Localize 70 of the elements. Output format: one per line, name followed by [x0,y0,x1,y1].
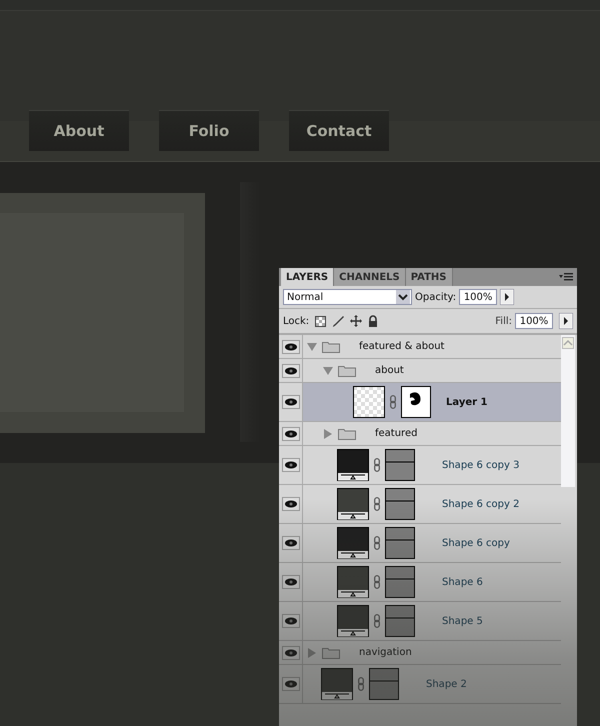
vector-mask-thumbnail-icon [385,605,415,637]
eye-icon[interactable] [282,458,300,472]
opacity-field[interactable]: 100% [459,289,498,305]
layer-name: Shape 6 [442,576,483,588]
eye-icon[interactable] [282,340,300,354]
layer-row[interactable]: navigation [279,641,561,665]
eye-icon[interactable] [282,646,300,660]
vector-mask-thumbnail-icon [385,527,415,559]
move-icon[interactable] [350,315,362,327]
vector-mask-thumbnail-icon [385,449,415,481]
nav-button[interactable]: About [29,110,129,151]
vector-mask-thumbnail-icon [385,488,415,520]
layer-group-name: featured & about [359,341,444,352]
layer-name: Shape 5 [442,616,483,626]
layer-group-name: navigation [359,647,412,658]
eye-icon[interactable] [282,395,300,409]
layer-row[interactable]: Shape 6 copy 2 [279,485,561,524]
fill-label: Fill: [495,316,512,326]
chain-link-icon [374,536,380,550]
eye-icon[interactable] [282,426,300,440]
blend-mode-dropdown[interactable]: Normal [283,289,412,305]
vector-mask-thumbnail-icon [385,566,415,598]
folder-icon [338,364,356,376]
fill-field[interactable]: 100% [515,313,553,329]
eye-icon[interactable] [282,614,300,628]
layer-name: Shape 2 [426,678,467,690]
mask-thumbnail-icon [401,386,431,418]
lock-transparency-icon[interactable] [315,316,326,326]
dropdown-caret-icon [396,290,410,304]
chain-link-icon [374,575,380,589]
eye-icon[interactable] [282,497,300,511]
eye-icon[interactable] [282,536,300,550]
lock-label: Lock: [283,316,310,326]
folder-icon [338,428,356,440]
layer-name: Shape 6 copy 2 [442,498,520,510]
opacity-label: Opacity: [415,292,456,302]
brush-icon[interactable] [332,315,344,327]
nav-button[interactable]: Folio [159,110,259,151]
layer-row[interactable]: Shape 6 copy 3 [279,446,561,485]
slider-arrow-icon[interactable] [559,313,573,329]
layer-row[interactable]: featured & about [279,335,561,359]
slider-arrow-icon[interactable] [500,289,514,305]
eye-icon[interactable] [282,364,300,378]
chain-link-icon [374,614,380,628]
panel-menu-icon[interactable] [559,273,573,281]
layer-group-name: about [375,365,404,376]
layer-row[interactable]: Shape 6 [279,563,561,602]
transparent-thumbnail-icon [353,386,385,418]
folder-icon [322,646,340,658]
layer-name: Layer 1 [446,396,488,408]
layer-name: Shape 6 copy [442,538,510,548]
eye-icon[interactable] [282,575,300,589]
scrollbar[interactable] [561,335,575,487]
layer-row[interactable]: Layer 1 [279,383,561,422]
folder-icon [322,340,340,352]
nav-button[interactable]: Contact [289,110,389,151]
layer-row[interactable]: Shape 5 [279,602,561,641]
panel-tab[interactable]: CHANNELS [334,268,406,286]
panel-tab[interactable]: LAYERS [281,268,334,286]
vector-mask-thumbnail-icon [369,668,399,700]
chain-link-icon [374,497,380,511]
layer-name: Shape 6 copy 3 [442,460,520,470]
layer-group-name: featured [375,428,418,439]
chain-link-icon [358,677,364,691]
layer-row[interactable]: Shape 6 copy [279,524,561,563]
padlock-icon[interactable] [368,315,378,327]
layer-row[interactable]: featured [279,422,561,446]
chain-link-icon [390,395,396,409]
panel-tab[interactable]: PATHS [406,268,453,286]
chain-link-icon [374,458,380,472]
